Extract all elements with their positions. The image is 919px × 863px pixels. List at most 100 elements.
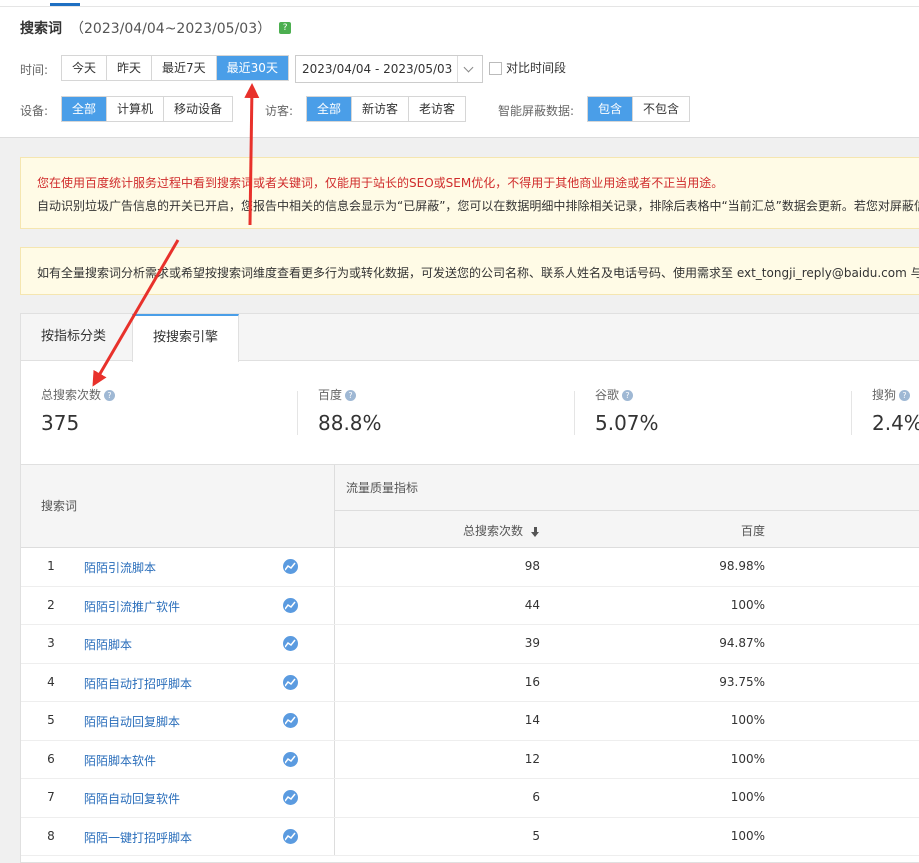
warning-notice: 您在使用百度统计服务过程中看到搜索词或者关键词，仅能用于站长的SEO或SEM优化… — [20, 157, 919, 229]
table-row: 6 陌陌脚本软件 12 100% — [21, 740, 919, 779]
baidu-share-cell: 98.98% — [719, 559, 765, 573]
report-panel: 按指标分类 按搜索引擎 总搜索次数? 375 百度? 88.8% 谷歌? 5.0… — [20, 313, 919, 863]
keyword-link[interactable]: 陌陌自动打招呼脚本 — [84, 675, 192, 692]
metric-value: 375 — [41, 411, 80, 435]
column-divider — [334, 779, 335, 817]
help-icon[interactable]: ? — [104, 390, 116, 401]
table-row: 3 陌陌脚本 39 94.87% — [21, 625, 919, 664]
table-row: 2 陌陌引流推广软件 44 100% — [21, 586, 919, 625]
help-icon[interactable]: ? — [279, 22, 292, 34]
baidu-column-header[interactable]: 百度 — [741, 522, 765, 539]
device-all-button[interactable]: 全部 — [62, 97, 108, 121]
page-title: 搜索词 — [20, 21, 62, 37]
date-range-caption: （2023/04/04~2023/05/03） — [70, 21, 272, 37]
visitor-group: 全部 新访客 老访客 — [306, 96, 467, 122]
keyword-link[interactable]: 陌陌引流脚本 — [84, 559, 156, 576]
total-searches-cell: 16 — [524, 674, 540, 689]
device-mobile-button[interactable]: 移动设备 — [164, 97, 232, 121]
column-divider — [334, 548, 335, 586]
table-body: 1 陌陌引流脚本 98 98.98% 2 陌陌引流推广软件 44 100% 3 陌陌脚本 39 94.… — [21, 548, 919, 856]
date-range-value: 2023/04/04 - 2023/05/03 — [302, 62, 453, 76]
column-divider — [334, 586, 335, 624]
device-computer-button[interactable]: 计算机 — [107, 97, 165, 121]
date-range-picker[interactable]: 2023/04/04 - 2023/05/03 — [295, 55, 483, 83]
active-nav-indicator — [50, 3, 80, 6]
total-searches-cell: 6 — [532, 790, 540, 804]
metric-value: 88.8% — [318, 411, 382, 435]
row-index: 5 — [47, 713, 55, 727]
smart-block-exclude-button[interactable]: 不包含 — [633, 97, 689, 121]
trend-icon[interactable] — [283, 674, 298, 690]
keyword-link[interactable]: 陌陌一键打招呼脚本 — [84, 829, 192, 846]
trend-icon[interactable] — [283, 790, 298, 805]
help-icon[interactable]: ? — [622, 390, 634, 401]
column-divider — [334, 817, 335, 855]
table-row: 7 陌陌自动回复软件 6 100% — [21, 779, 919, 818]
baidu-share-cell: 100% — [730, 751, 765, 766]
keyword-link[interactable]: 陌陌脚本 — [84, 636, 132, 653]
column-divider — [334, 702, 335, 740]
divider — [851, 391, 852, 435]
visitor-label: 访客: — [265, 104, 294, 118]
compare-label[interactable]: 对比时间段 — [506, 59, 566, 76]
time-last30-button[interactable]: 最近30天 — [216, 56, 288, 80]
visitor-new-button[interactable]: 新访客 — [352, 97, 410, 121]
metric-sogou: 搜狗? 2.4% — [872, 386, 919, 436]
keyword-column-header: 搜索词 — [41, 499, 78, 513]
total-searches-cell: 98 — [524, 559, 540, 573]
metric-value: 2.4% — [872, 411, 919, 435]
total-searches-cell: 14 — [524, 713, 540, 727]
metric-label: 百度 — [318, 388, 343, 402]
report-title-row: 搜索词 （2023/04/04~2023/05/03） ? — [20, 17, 292, 39]
tab-by-search-engine[interactable]: 按搜索引擎 — [132, 314, 240, 362]
contact-info: 如有全量搜索词分析需求或希望按搜索词维度查看更多行为或转化数据，可发送您的公司名… — [37, 266, 919, 280]
keyword-link[interactable]: 陌陌自动回复脚本 — [84, 713, 180, 730]
metric-label: 搜狗 — [872, 388, 897, 402]
keyword-link[interactable]: 陌陌自动回复软件 — [84, 790, 180, 807]
row-index: 4 — [47, 674, 55, 689]
baidu-share-cell: 100% — [730, 828, 765, 843]
trend-icon[interactable] — [283, 713, 298, 728]
visitor-returning-button[interactable]: 老访客 — [409, 97, 465, 121]
column-divider — [334, 740, 335, 778]
visitor-all-button[interactable]: 全部 — [307, 97, 353, 121]
traffic-quality-group-header: 流量质量指标 — [346, 481, 419, 495]
time-last7-button[interactable]: 最近7天 — [152, 56, 217, 80]
summary-metrics: 总搜索次数? 375 百度? 88.8% 谷歌? 5.07% 搜狗? 2.4% — [21, 361, 919, 465]
trend-icon[interactable] — [283, 828, 298, 844]
total-searches-column-header[interactable]: 总搜索次数 — [463, 522, 540, 539]
time-today-button[interactable]: 今天 — [62, 56, 108, 80]
total-searches-cell: 5 — [532, 828, 540, 843]
table-header: 搜索词 流量质量指标 总搜索次数 百度 — [21, 465, 919, 548]
time-yesterday-button[interactable]: 昨天 — [107, 56, 153, 80]
smart-block-include-button[interactable]: 包含 — [588, 97, 634, 121]
keyword-link[interactable]: 陌陌脚本软件 — [84, 752, 156, 769]
trend-icon[interactable] — [283, 636, 298, 651]
trend-icon[interactable] — [283, 597, 298, 613]
baidu-share-cell: 100% — [730, 790, 765, 804]
column-divider — [334, 663, 335, 701]
smart-block-group: 包含 不包含 — [587, 96, 691, 122]
sort-desc-icon[interactable] — [531, 526, 540, 537]
metric-google: 谷歌? 5.07% — [595, 386, 659, 436]
help-icon[interactable]: ? — [345, 390, 357, 401]
smart-block-label: 智能屏蔽数据: — [498, 104, 575, 118]
time-label: 时间: — [20, 63, 49, 77]
table-row: 5 陌陌自动回复脚本 14 100% — [21, 702, 919, 741]
row-index: 8 — [47, 828, 55, 843]
tab-bar: 按指标分类 按搜索引擎 — [21, 314, 919, 362]
row-index: 3 — [47, 636, 55, 650]
chevron-down-icon[interactable] — [457, 56, 482, 82]
baidu-share-cell: 93.75% — [719, 674, 765, 689]
column-divider — [334, 465, 335, 547]
row-index: 2 — [47, 597, 55, 612]
column-divider — [334, 625, 335, 663]
spam-filter-info: 自动识别垃圾广告信息的开关已开启，您报告中相关的信息会显示为“已屏蔽”，您可以在… — [37, 199, 919, 213]
tab-by-metric[interactable]: 按指标分类 — [21, 314, 126, 360]
keyword-link[interactable]: 陌陌引流推广软件 — [84, 598, 180, 615]
filter-panel: 搜索词 （2023/04/04~2023/05/03） ? 时间: 今天 昨天 … — [0, 7, 919, 138]
trend-icon[interactable] — [283, 559, 298, 574]
help-icon[interactable]: ? — [899, 390, 911, 401]
compare-checkbox[interactable] — [489, 62, 502, 75]
trend-icon[interactable] — [283, 751, 298, 767]
